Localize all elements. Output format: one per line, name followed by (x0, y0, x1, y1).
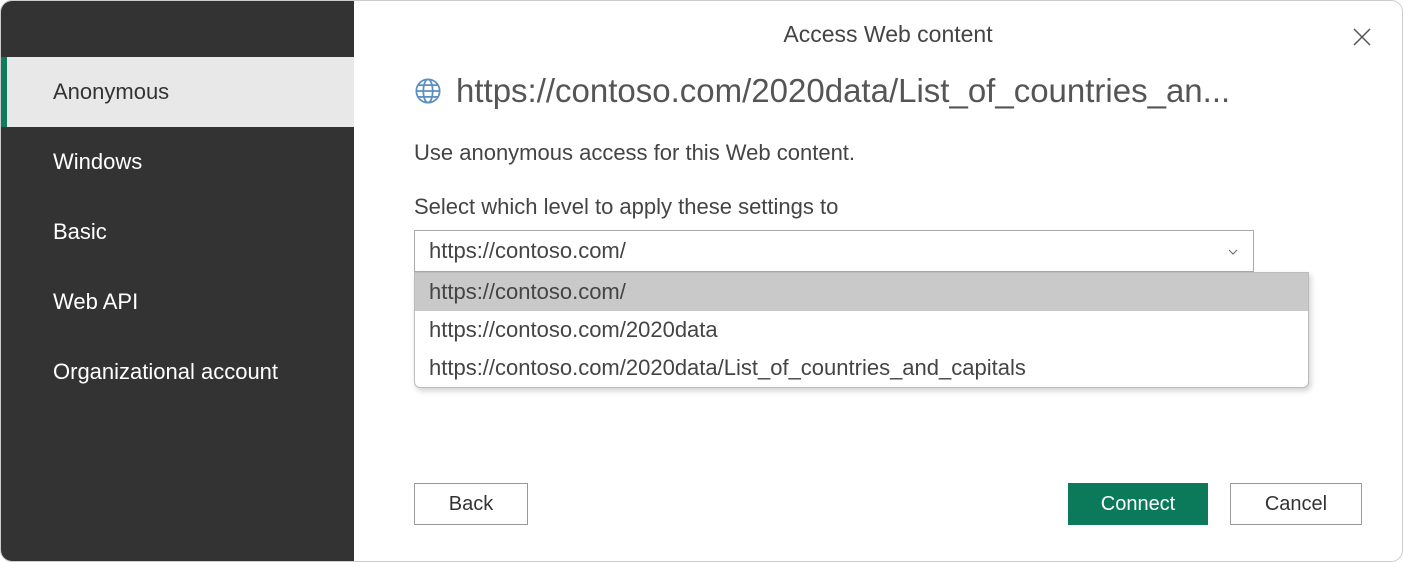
connect-button[interactable]: Connect (1068, 483, 1208, 525)
sidebar-item-label: Organizational account (53, 359, 278, 384)
dropdown-option-label: https://contoso.com/2020data/List_of_cou… (429, 355, 1026, 380)
sidebar-item-web-api[interactable]: Web API (1, 267, 354, 337)
sidebar-item-windows[interactable]: Windows (1, 127, 354, 197)
sidebar-item-organizational-account[interactable]: Organizational account (1, 337, 354, 407)
sidebar-item-label: Web API (53, 289, 138, 314)
auth-method-sidebar: Anonymous Windows Basic Web API Organiza… (1, 1, 354, 561)
close-button[interactable] (1350, 25, 1374, 54)
level-label: Select which level to apply these settin… (414, 194, 1362, 220)
chevron-down-icon (1227, 238, 1239, 264)
button-row: Back Connect Cancel (414, 483, 1362, 525)
sidebar-item-label: Basic (53, 219, 107, 244)
cancel-button[interactable]: Cancel (1230, 483, 1362, 525)
level-dropdown[interactable]: https://contoso.com/ (414, 230, 1254, 272)
access-web-content-dialog: Anonymous Windows Basic Web API Organiza… (0, 0, 1403, 562)
dropdown-option-label: https://contoso.com/ (429, 279, 626, 304)
dropdown-option[interactable]: https://contoso.com/2020data/List_of_cou… (415, 349, 1308, 387)
sidebar-item-label: Anonymous (53, 79, 169, 104)
sidebar-item-label: Windows (53, 149, 142, 174)
url-text: https://contoso.com/2020data/List_of_cou… (456, 72, 1230, 110)
dropdown-option[interactable]: https://contoso.com/ (415, 273, 1308, 311)
dialog-title: Access Web content (414, 21, 1362, 48)
globe-icon (414, 77, 442, 105)
description-text: Use anonymous access for this Web conten… (414, 140, 1362, 166)
back-button[interactable]: Back (414, 483, 528, 525)
level-dropdown-wrap: https://contoso.com/ https://contoso.com… (414, 230, 1254, 272)
dropdown-selected-value: https://contoso.com/ (429, 238, 626, 264)
close-icon (1350, 36, 1374, 53)
sidebar-item-anonymous[interactable]: Anonymous (1, 57, 354, 127)
sidebar-item-basic[interactable]: Basic (1, 197, 354, 267)
main-panel: Access Web content https://contoso.com/2… (354, 1, 1402, 561)
url-row: https://contoso.com/2020data/List_of_cou… (414, 72, 1362, 110)
dropdown-option[interactable]: https://contoso.com/2020data (415, 311, 1308, 349)
level-dropdown-list: https://contoso.com/ https://contoso.com… (414, 272, 1309, 388)
dropdown-option-label: https://contoso.com/2020data (429, 317, 718, 342)
